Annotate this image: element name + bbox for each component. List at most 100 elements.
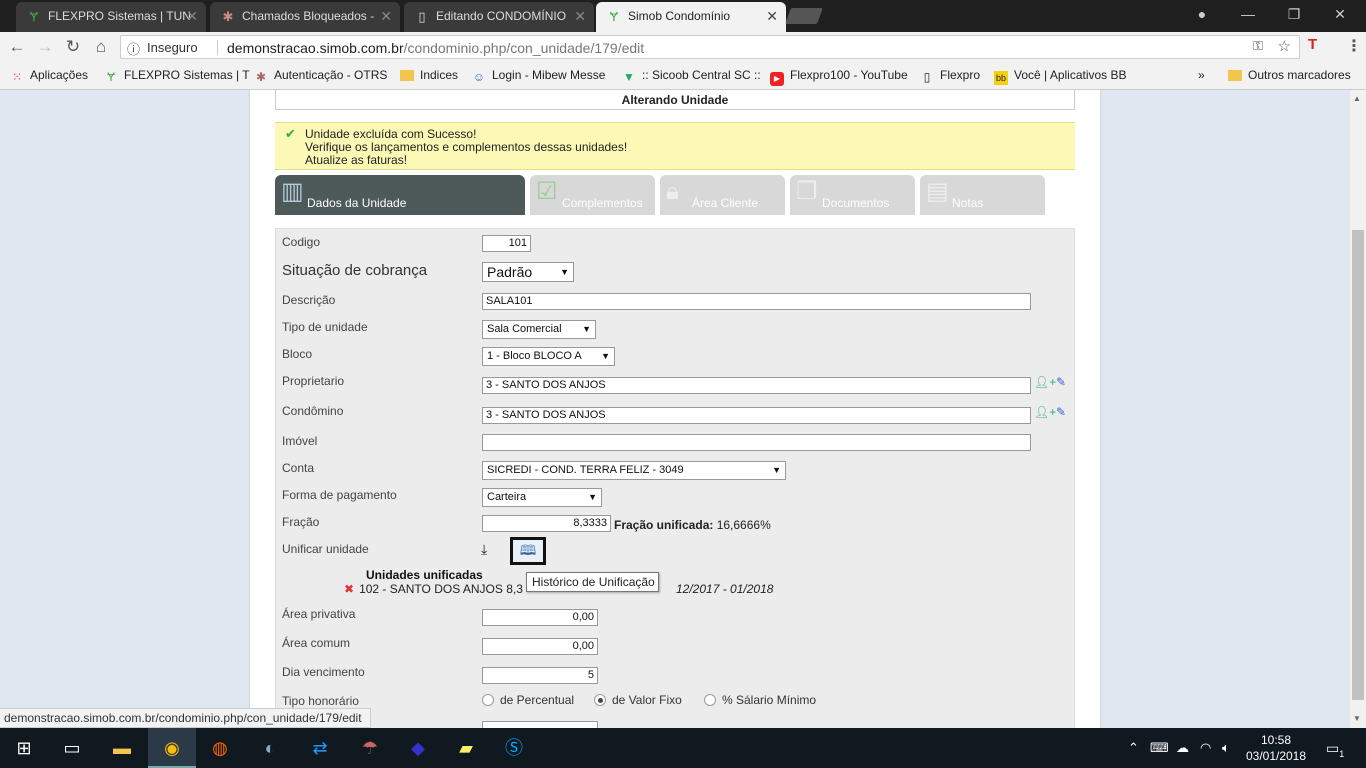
close-tab-icon[interactable]: ✕ <box>380 2 392 30</box>
address-bar[interactable]: ⓘ Inseguro demonstracao.simob.com.br/con… <box>120 35 1300 59</box>
reload-icon[interactable]: ↻ <box>62 36 84 58</box>
condomino-input[interactable]: 3 - SANTO DOS ANJOS <box>482 407 1031 424</box>
bookmark-star-icon[interactable]: ☆ <box>1278 37 1291 55</box>
dia-vencimento-input[interactable]: 5 <box>482 667 598 684</box>
tab-dados-unidade[interactable]: ▥ Dados da Unidade <box>275 175 525 215</box>
remove-icon[interactable]: ✖ <box>344 582 354 596</box>
bookmark-otrs[interactable]: ✱ Autenticação - OTRS <box>254 68 387 84</box>
bookmark-bb[interactable]: bb Você | Aplicativos BB <box>994 68 1127 85</box>
tipo-unidade-select[interactable]: Sala Comercial <box>482 320 596 339</box>
historico-unificacao-button[interactable]: 🕮 <box>510 537 546 565</box>
scroll-up-icon[interactable]: ▲ <box>1353 94 1361 103</box>
url-text[interactable]: demonstracao.simob.com.br/condominio.php… <box>227 40 644 56</box>
add-user-icon[interactable]: 👤︎+ <box>1034 405 1056 419</box>
area-privativa-input[interactable]: 0,00 <box>482 609 598 626</box>
proprietario-input[interactable]: 3 - SANTO DOS ANJOS <box>482 377 1031 394</box>
file-explorer-icon[interactable]: ▬ <box>98 728 146 768</box>
tab-area-cliente[interactable]: 🔒︎ Área Cliente <box>660 175 785 215</box>
edit-pencil-icon[interactable]: ✎ <box>1056 375 1066 389</box>
forward-icon[interactable]: → <box>34 36 56 58</box>
radio-valor-fixo[interactable]: de Valor Fixo <box>594 693 682 707</box>
radio-label: de Valor Fixo <box>612 693 682 707</box>
bloco-select[interactable]: 1 - Bloco BLOCO A <box>482 347 615 366</box>
browser-tab-flexpro[interactable]: Ɏ FLEXPRO Sistemas | TUN ✕ <box>16 2 206 32</box>
profile-icon[interactable]: ● <box>1180 0 1224 28</box>
descricao-input[interactable]: SALA101 <box>482 293 1031 310</box>
close-tab-icon[interactable]: ✕ <box>186 2 198 30</box>
situacao-label: Situação de cobrança <box>282 262 428 279</box>
book-icon: 🕮 <box>519 542 537 558</box>
bookmark-youtube[interactable]: ▶ Flexpro100 - YouTube <box>770 68 908 86</box>
browser-toolbar: ← → ↻ ⌂ ⓘ Inseguro demonstracao.simob.co… <box>0 32 1366 62</box>
back-icon[interactable]: ← <box>6 36 28 58</box>
minimize-icon[interactable]: — <box>1226 0 1270 28</box>
close-tab-icon[interactable]: ✕ <box>574 2 586 30</box>
fracao-input[interactable]: 8,3333 <box>482 515 611 532</box>
bookmark-mibew[interactable]: ☺ Login - Mibew Messe <box>472 68 606 84</box>
tab-notas[interactable]: ▤ Notas <box>920 175 1045 215</box>
tab-title: FLEXPRO Sistemas | TUN <box>48 9 191 23</box>
codigo-input[interactable]: 101 <box>482 235 531 252</box>
scroll-down-icon[interactable]: ▼ <box>1353 714 1361 723</box>
windows-start-icon[interactable]: ⊞ <box>0 728 48 768</box>
situacao-select[interactable]: Padrão <box>482 262 574 282</box>
sticky-notes-icon[interactable]: ▰ <box>442 728 490 768</box>
browser-tab-strip: Ɏ FLEXPRO Sistemas | TUN ✕ ✱ Chamados Bl… <box>0 0 1366 32</box>
radio-percentual[interactable]: de Percentual <box>482 693 574 707</box>
bookmark-outros[interactable]: Outros marcadores <box>1228 68 1351 82</box>
network-app-icon[interactable]: ◐ <box>246 728 294 768</box>
extension-t-icon[interactable]: T <box>1308 36 1317 53</box>
notice-line: Verifique os lançamentos e complementos … <box>305 140 628 154</box>
close-window-icon[interactable]: ✕ <box>1318 0 1362 28</box>
system-clock[interactable]: 10:58 03/01/2018 <box>1244 732 1308 764</box>
bookmark-flexpro-doc[interactable]: ▯ Flexpro <box>920 68 980 84</box>
teamviewer-icon[interactable]: ⇄ <box>296 728 344 768</box>
menu-dots-icon[interactable]: ⋮ <box>1346 36 1362 56</box>
bookmark-indices[interactable]: Indices <box>400 68 458 82</box>
restore-icon[interactable]: ❐ <box>1272 0 1316 28</box>
home-icon[interactable]: ⌂ <box>90 36 112 58</box>
firefox-icon[interactable]: ◍ <box>196 728 244 768</box>
close-tab-icon[interactable]: ✕ <box>766 2 778 30</box>
document-icon: ▯ <box>923 70 931 84</box>
cloud-icon[interactable]: ☁ <box>1176 740 1189 756</box>
download-tray-icon[interactable]: ⤓ <box>481 541 487 558</box>
bookmark-flexpro[interactable]: Ɏ FLEXPRO Sistemas | T <box>104 68 250 84</box>
volume-icon[interactable]: 🔈︎ <box>1222 740 1230 756</box>
skype-icon[interactable]: Ⓢ <box>490 728 538 768</box>
browser-tab-chamados[interactable]: ✱ Chamados Bloqueados - ✕ <box>210 2 400 32</box>
scroll-thumb[interactable] <box>1352 230 1364 700</box>
conta-select[interactable]: SICREDI - COND. TERRA FELIZ - 3049 <box>482 461 786 480</box>
info-icon[interactable]: ⓘ <box>127 39 140 58</box>
page-scrollbar[interactable]: ▲ ▼ <box>1350 90 1366 728</box>
browser-tab-editando[interactable]: ▯ Editando CONDOMÍNIO ✕ <box>404 2 594 32</box>
imovel-input[interactable] <box>482 434 1031 451</box>
notifications-icon[interactable]: ▭1 <box>1326 740 1344 759</box>
tray-chevron-icon[interactable]: ⌃ <box>1128 740 1139 756</box>
tab-label: Notas <box>952 196 984 210</box>
radio-salario-minimo[interactable]: % Sálario Mínimo <box>704 693 816 707</box>
bookmark-sicoob[interactable]: ▼:: Sicoob Central SC :: <box>622 68 761 84</box>
tab-label: Área Cliente <box>692 196 759 210</box>
tab-documentos[interactable]: ❐ Documentos <box>790 175 915 215</box>
chrome-icon[interactable]: ◉ <box>148 728 196 768</box>
browser-tab-simob[interactable]: Ɏ Simob Condomínio ✕ <box>596 2 786 32</box>
key-icon[interactable]: ⚿ <box>1253 38 1263 54</box>
task-view-icon[interactable]: ▭ <box>48 728 96 768</box>
diamond-app-icon[interactable]: ◆ <box>394 728 442 768</box>
area-comum-input[interactable]: 0,00 <box>482 638 598 655</box>
honorario-input[interactable] <box>482 721 598 728</box>
add-user-icon[interactable]: 👤︎+ <box>1034 375 1056 389</box>
bookmarks-more[interactable]: » <box>1198 68 1205 82</box>
keyboard-icon[interactable]: ⌨ <box>1150 740 1169 756</box>
bookmark-aplicacoes[interactable]: ⁙ Aplicações <box>10 68 88 84</box>
edit-pencil-icon[interactable]: ✎ <box>1056 405 1066 419</box>
area-comum-label: Área comum <box>282 636 351 650</box>
forma-pagamento-select[interactable]: Carteira <box>482 488 602 507</box>
fracao-unificada: Fração unificada: 16,6666% <box>614 518 771 532</box>
shell-app-icon[interactable]: ☂ <box>346 728 394 768</box>
wifi-icon[interactable]: ◠ <box>1200 740 1211 756</box>
tab-complementos[interactable]: ☑ Complementos <box>530 175 655 215</box>
new-tab-button[interactable] <box>785 8 823 24</box>
fracao-label: Fração <box>282 515 320 529</box>
